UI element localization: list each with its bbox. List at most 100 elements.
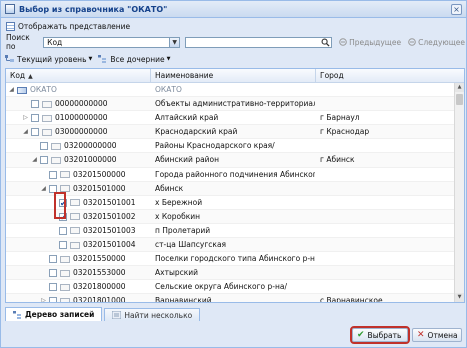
table-row[interactable]: 03201550000 Поселки городского типа Абин… <box>6 252 454 267</box>
scroll-thumb[interactable] <box>456 94 463 105</box>
row-name: Города районного подчинения Абинского р-… <box>155 169 315 179</box>
chevron-down-icon: ▼ <box>88 56 93 62</box>
row-city: г Абинск <box>320 155 355 165</box>
column-header-code[interactable]: Код ▲ <box>6 69 151 82</box>
records-grid: Код ▲ Наименование Город ◢ ОКАТО ОКАТО 0… <box>5 68 465 303</box>
row-name: Краснодарский край <box>155 127 238 137</box>
search-by-label: Поиск по <box>6 33 30 51</box>
title-bar: Выбор из справочника "ОКАТО" × <box>1 1 466 18</box>
table-row[interactable]: 03200000000 Районы Краснодарского края/ <box>6 139 454 154</box>
row-city: с Варнавинское <box>320 296 383 303</box>
expanded-icon[interactable]: ◢ <box>31 153 38 166</box>
next-button[interactable]: Следующее <box>408 38 465 47</box>
column-header-city[interactable]: Город <box>316 69 454 82</box>
tab-records-tree[interactable]: Дерево записей <box>5 307 103 321</box>
row-name: Сельские округа Абинского р-на/ <box>155 282 288 292</box>
collapsed-icon[interactable]: ▷ <box>22 111 29 124</box>
select-button[interactable]: ✔ Выбрать <box>350 326 410 344</box>
select-button-label: Выбрать <box>367 330 402 340</box>
table-row[interactable]: 03201501004 ст-ца Шапсугская <box>6 238 454 253</box>
table-row[interactable]: ◢ 03000000000 Краснодарский край г Красн… <box>6 125 454 140</box>
table-row[interactable]: 03201553000 Ахтырский <box>6 266 454 281</box>
chevron-down-icon[interactable]: ▼ <box>169 37 180 47</box>
folder-icon <box>70 199 80 207</box>
row-code: 03200000000 <box>64 141 117 151</box>
row-name: Абинский район <box>155 155 220 165</box>
all-children-button[interactable]: Все дочерние ▼ <box>95 52 173 66</box>
vertical-scrollbar[interactable]: ▲ ▼ <box>454 83 464 302</box>
next-icon <box>408 38 416 46</box>
sort-asc-icon: ▲ <box>28 73 33 80</box>
row-checkbox[interactable] <box>49 255 57 264</box>
search-field-select[interactable]: Код ▼ <box>43 36 181 48</box>
row-checkbox[interactable] <box>40 156 48 165</box>
bottom-tabs: Дерево записей Найти несколько <box>5 307 465 321</box>
check-icon: ✔ <box>357 330 365 340</box>
row-code: 03201800000 <box>73 282 126 292</box>
folder-icon <box>42 100 52 108</box>
table-row[interactable]: ▷ 03201801000 Варнавинский с Варнавинско… <box>6 294 454 303</box>
table-row[interactable]: ▷ 01000000000 Алтайский край г Барнаул <box>6 111 454 126</box>
row-checkbox[interactable] <box>49 297 57 302</box>
expanded-icon[interactable]: ◢ <box>8 83 15 96</box>
folder-icon <box>60 283 70 291</box>
row-checkbox[interactable] <box>59 241 67 250</box>
tab-find-several-label: Найти несколько <box>124 310 193 320</box>
table-row[interactable]: ◢ 03201501000 Абинск <box>6 181 454 196</box>
tab-find-several[interactable]: Найти несколько <box>104 308 201 321</box>
table-row[interactable]: 03201501002 х Коробкин <box>6 209 454 224</box>
row-city: г Краснодар <box>320 127 370 137</box>
column-header-name[interactable]: Наименование <box>151 69 316 82</box>
table-row[interactable]: ◢ ОКАТО ОКАТО <box>6 83 454 98</box>
row-checkbox[interactable] <box>49 170 57 179</box>
scroll-up-icon[interactable]: ▲ <box>455 83 464 92</box>
search-input[interactable] <box>185 36 333 48</box>
table-row[interactable]: 03201500000 Города районного подчинения … <box>6 168 454 182</box>
current-level-button[interactable]: Текущий уровень ▼ <box>2 52 95 66</box>
folder-icon <box>42 114 52 122</box>
table-row[interactable]: 03201800000 Сельские округа Абинского р-… <box>6 280 454 295</box>
row-code: ОКАТО <box>30 85 57 94</box>
row-code: 03201000000 <box>64 155 117 165</box>
row-checkbox[interactable] <box>40 142 48 151</box>
previous-button[interactable]: Предыдущее <box>339 38 401 47</box>
row-checkbox[interactable] <box>31 100 39 109</box>
dialog-window: Выбор из справочника "ОКАТО" × Отображат… <box>0 0 467 348</box>
scroll-down-icon[interactable]: ▼ <box>455 293 464 302</box>
search-toolbar: Поиск по Код ▼ Предыдущее Следующее <box>2 33 465 51</box>
folder-icon <box>51 156 61 164</box>
row-checkbox[interactable] <box>59 226 67 235</box>
row-code: 03201550000 <box>73 254 126 264</box>
row-name: п Пролетарий <box>155 225 211 235</box>
row-name: Районы Краснодарского края/ <box>155 141 275 151</box>
close-icon[interactable]: × <box>451 4 462 15</box>
row-code: 03201501004 <box>83 240 136 250</box>
row-name: ст-ца Шапсугская <box>155 240 227 250</box>
collapsed-icon[interactable]: ▷ <box>40 294 47 302</box>
expanded-icon[interactable]: ◢ <box>40 182 47 195</box>
table-row[interactable]: 00000000000 Объекты административно-терр… <box>6 97 454 112</box>
tree-icon <box>13 310 21 319</box>
row-code: 01000000000 <box>55 113 108 123</box>
close-icon: ✕ <box>417 330 425 340</box>
row-checkbox[interactable] <box>31 128 39 137</box>
row-checkbox[interactable] <box>49 269 57 278</box>
folder-icon <box>70 213 80 221</box>
row-code: 03201501003 <box>83 225 136 235</box>
cancel-button[interactable]: ✕ Отмена <box>412 328 462 342</box>
find-icon <box>112 311 122 319</box>
row-code: 03201500000 <box>73 169 126 179</box>
show-view-button[interactable]: Отображать представление <box>2 20 134 34</box>
row-checkbox[interactable] <box>31 114 39 123</box>
row-name: Абинск <box>155 183 184 193</box>
table-row[interactable]: ◢ 03201000000 Абинский район г Абинск <box>6 153 454 168</box>
expanded-icon[interactable]: ◢ <box>22 125 29 138</box>
table-row[interactable]: 03201501001 х Бережной <box>6 196 454 210</box>
selection-highlight-frame <box>54 192 66 219</box>
column-code-label: Код <box>10 71 26 80</box>
row-checkbox[interactable] <box>49 283 57 292</box>
window-icon <box>5 4 15 14</box>
search-icon[interactable] <box>321 38 330 47</box>
row-name: Поселки городского типа Абинского р-на/ <box>155 254 315 264</box>
table-row[interactable]: 03201501003 п Пролетарий <box>6 224 454 239</box>
